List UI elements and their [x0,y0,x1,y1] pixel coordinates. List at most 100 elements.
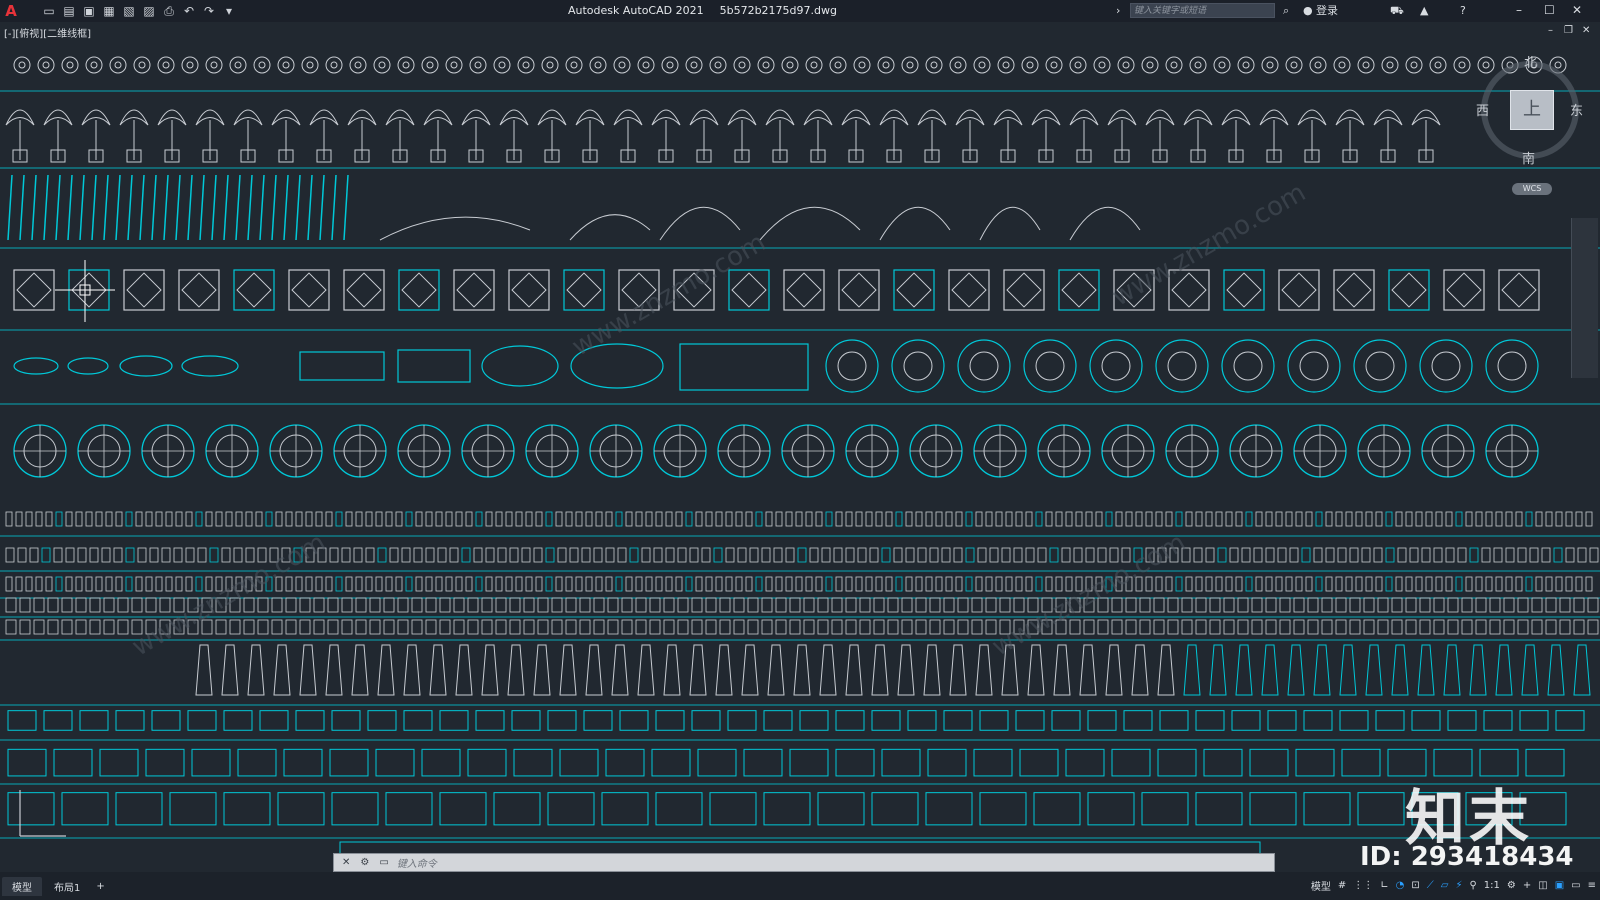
small-object-block [47,597,59,613]
small-object-block [775,619,787,635]
viewport-controls-label[interactable]: [-][俯视][二维线框] [4,25,91,40]
square-tile-inner [1446,272,1482,308]
small-object-block [957,619,969,635]
customize-icon[interactable]: ▾ [222,4,236,18]
flower-block [325,56,343,74]
drawing-canvas[interactable] [0,40,1600,872]
clean-screen-icon[interactable]: ▭ [1571,880,1580,891]
hardware-accel-icon[interactable]: ▣ [1555,880,1564,891]
open-icon[interactable]: ▤ [62,4,76,18]
help-icon[interactable]: ? [1460,3,1466,18]
square-tile-inner [401,272,437,308]
scale-value[interactable]: 1:1 [1484,880,1500,891]
viewcube-south-label[interactable]: 南 [1522,148,1535,167]
command-customize-icon[interactable]: ⚙ [360,857,369,868]
saveas-icon[interactable]: ▦ [102,4,116,18]
lineweight-icon[interactable]: ▱ [1441,880,1449,891]
model-space-button[interactable]: 模型 [1311,878,1331,893]
small-object-block [1125,511,1133,527]
plus-icon[interactable]: + [1523,880,1531,891]
small-object-block [1349,597,1361,613]
command-line[interactable]: ✕ ⚙ ▭ 键入命令 [333,853,1275,872]
picture-frame-block [403,710,433,731]
small-object-block [1565,511,1573,527]
command-close-icon[interactable]: ✕ [342,857,350,868]
viewcube-east-label[interactable]: 东 [1570,100,1583,119]
garment-block [1443,644,1461,696]
small-object-block [505,511,513,527]
small-object-block [1405,597,1417,613]
small-object-block [1337,547,1347,563]
print-icon[interactable]: ⎙ [162,4,176,18]
small-object-block [885,576,893,592]
settings-icon[interactable]: ⚙ [1507,880,1516,891]
close-icon[interactable]: ✕ [1572,3,1582,18]
polar-icon[interactable]: ◔ [1396,880,1405,891]
annotation-icon[interactable]: ⚡ [1455,880,1462,891]
flower-block [1309,56,1327,74]
command-input[interactable]: 键入命令 [397,855,437,870]
small-object-block [465,576,473,592]
bamboo-block [175,174,181,241]
small-object-block [195,511,203,527]
small-object-block [595,576,603,592]
search-icon[interactable]: ⌕ [1283,3,1289,18]
picture-frame-block [283,748,323,777]
autocad-logo-icon[interactable]: A [2,2,20,20]
small-object-block [1145,576,1153,592]
viewport-minimize-icon[interactable]: – [1548,25,1553,36]
user-icon[interactable]: ● [1303,3,1313,18]
navigation-bar[interactable] [1571,218,1598,378]
maximize-icon[interactable]: ☐ [1544,3,1555,18]
osnap-icon[interactable]: ⊡ [1411,880,1419,891]
isolate-icon[interactable]: ◫ [1538,880,1547,891]
small-object-block [1215,511,1223,527]
garment-block [1417,644,1435,696]
garment-block [975,644,993,696]
small-object-block [485,547,495,563]
tab-model[interactable]: 模型 [2,876,42,896]
small-object-block [105,576,113,592]
snap-icon[interactable]: ⋮⋮ [1353,880,1373,891]
plot-preview-icon[interactable]: ▨ [142,4,156,18]
small-object-block [715,511,723,527]
small-object-block [1321,597,1333,613]
viewport-close-icon[interactable]: ✕ [1582,25,1590,36]
cart-icon[interactable]: ⛟ [1390,3,1404,18]
redo-icon[interactable]: ↷ [202,4,216,18]
small-object-block [75,511,83,527]
save-icon[interactable]: ▣ [82,4,96,18]
annotation-scale-icon[interactable]: ⚲ [1469,880,1476,891]
search-input[interactable]: 键入关键字或短语 [1130,3,1275,18]
autodesk-a360-icon[interactable]: ▲ [1420,3,1428,18]
small-object-block [607,597,619,613]
ortho-icon[interactable]: ∟ [1380,880,1388,891]
picture-frame-block [1087,792,1135,826]
otrack-icon[interactable]: ⟋ [1427,880,1434,891]
small-object-block [329,547,339,563]
viewcube-top-face[interactable]: 上 [1510,90,1554,130]
publish-icon[interactable]: ▧ [122,4,136,18]
small-object-block [75,619,87,635]
customize-status-icon[interactable]: ≡ [1588,880,1596,891]
viewcube-west-label[interactable]: 西 [1476,100,1489,119]
search-expand-icon[interactable]: › [1116,3,1120,18]
bamboo-block [271,174,277,241]
small-object-block [915,576,923,592]
minimize-icon[interactable]: – [1516,3,1522,18]
viewport-restore-icon[interactable]: ❐ [1564,25,1573,36]
small-object-block [113,547,123,563]
viewcube-north-label[interactable]: 北 [1524,52,1537,71]
tab-layout1[interactable]: 布局1 [44,877,90,896]
wcs-menu[interactable]: WCS [1512,183,1552,195]
small-object-block [605,547,615,563]
flower-block [421,56,439,74]
add-layout-button[interactable]: + [96,881,104,892]
command-history-icon[interactable]: ▭ [379,857,388,868]
small-object-block [1325,511,1333,527]
new-icon[interactable]: ▭ [42,4,56,18]
small-object-block [677,619,689,635]
grid-icon[interactable]: # [1338,880,1346,891]
undo-icon[interactable]: ↶ [182,4,196,18]
login-button[interactable]: 登录 [1316,3,1338,18]
